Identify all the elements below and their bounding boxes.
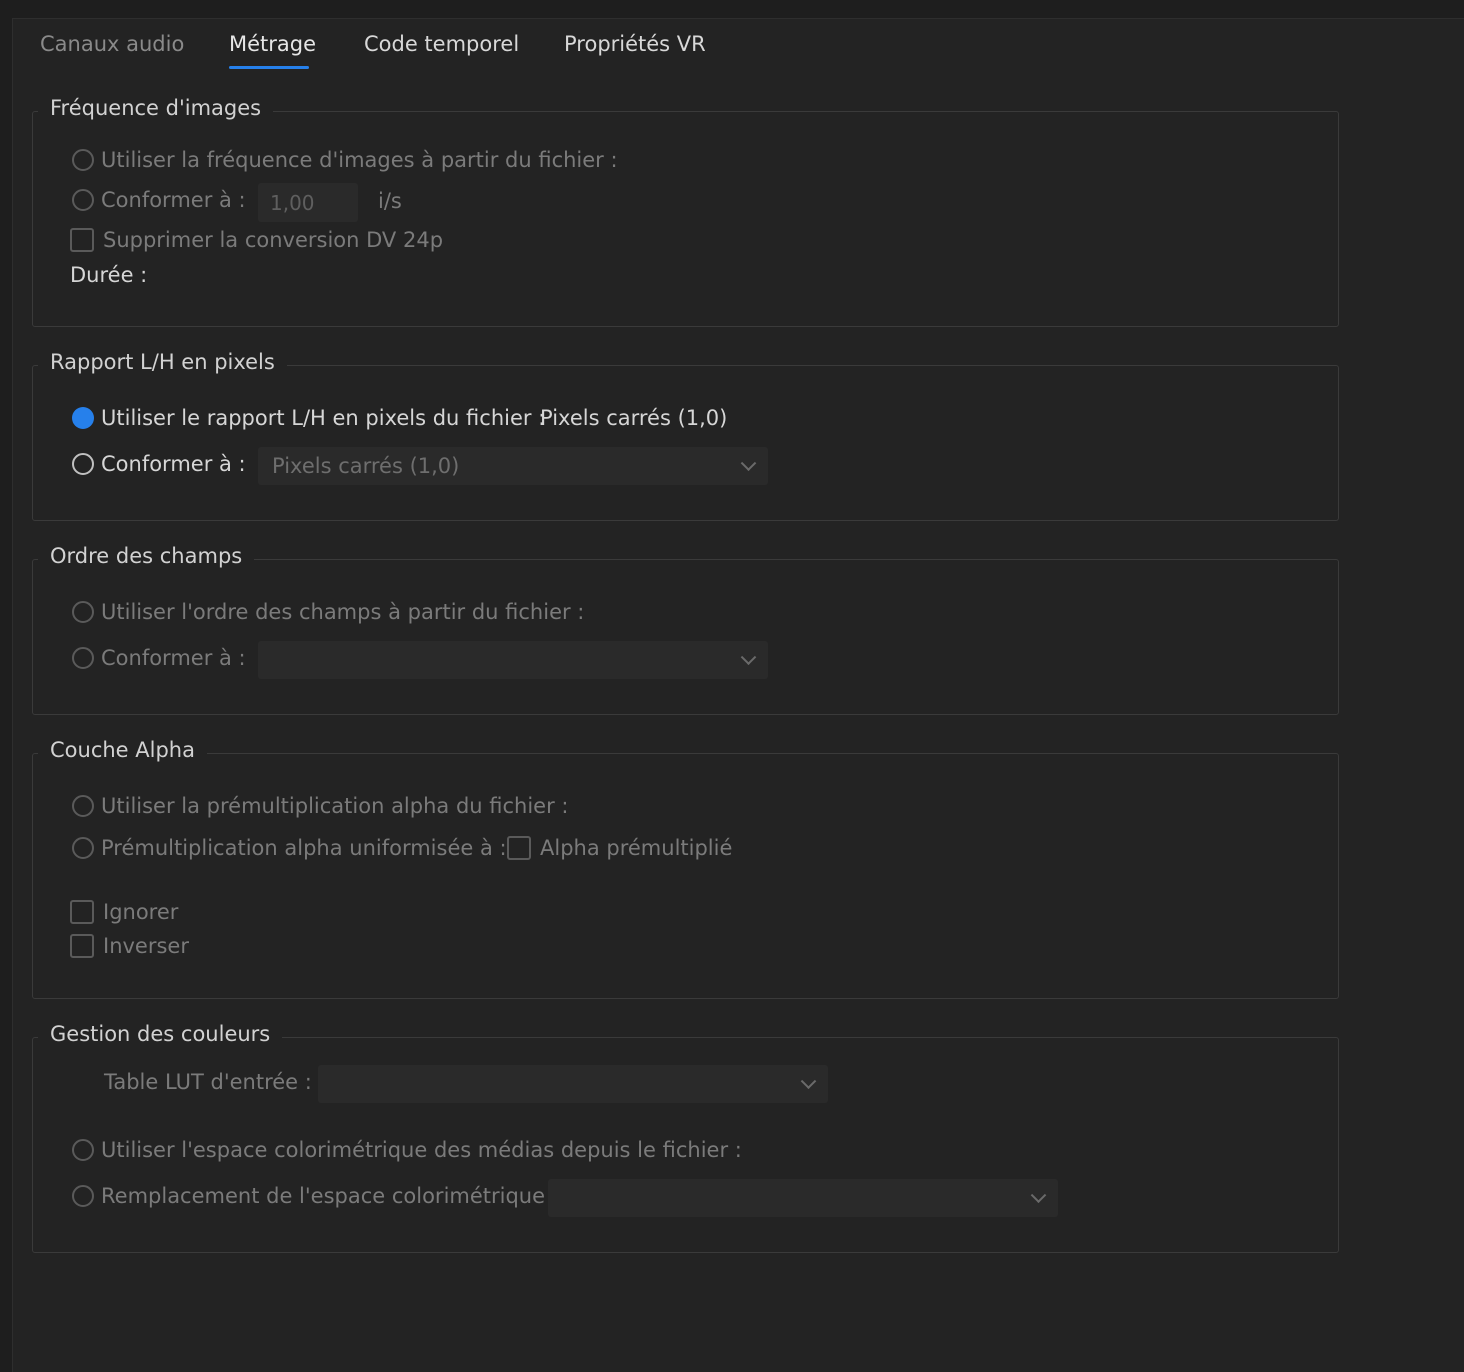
use-file-field-order-option[interactable]: Utiliser l'ordre des champs à partir du … [72,600,584,624]
ignore-alpha-option[interactable]: Ignorer [70,900,178,924]
uniform-alpha-label: Prémultiplication alpha uniformisée à : [101,836,507,860]
tab-vr-properties[interactable]: Propriétés VR [564,32,706,56]
active-tab-indicator [229,66,309,69]
conform-frame-rate-option[interactable]: Conformer à : [72,188,246,212]
frame-rate-group [32,111,1339,327]
tab-footage[interactable]: Métrage [229,32,316,56]
use-file-frame-rate-label: Utiliser la fréquence d'images à partir … [101,148,618,172]
use-file-field-order-label: Utiliser l'ordre des champs à partir du … [101,600,585,624]
ignore-alpha-checkbox[interactable] [70,900,94,924]
remove-dv-pulldown-option[interactable]: Supprimer la conversion DV 24p [70,228,443,252]
tab-timecode[interactable]: Code temporel [364,32,519,56]
use-file-field-order-radio[interactable] [72,601,94,623]
use-file-frame-rate-option[interactable]: Utiliser la fréquence d'images à partir … [72,148,618,172]
frame-rate-unit: i/s [378,189,402,213]
input-lut-label: Table LUT d'entrée : [104,1070,312,1094]
invert-alpha-label: Inverser [103,934,189,958]
remove-dv-pulldown-checkbox[interactable] [70,228,94,252]
field-order-legend: Ordre des champs [38,544,255,568]
alpha-channel-legend: Couche Alpha [38,738,207,762]
conform-pixel-aspect-option[interactable]: Conformer à : [72,452,246,476]
uniform-alpha-radio[interactable] [72,837,94,859]
color-management-legend: Gestion des couleurs [38,1022,283,1046]
conform-field-order-radio[interactable] [72,647,94,669]
premultiplied-alpha-checkbox[interactable] [507,836,531,860]
use-file-color-space-radio[interactable] [72,1139,94,1161]
duration-label: Durée : [70,263,148,287]
chevron-down-icon [740,649,757,666]
color-space-override-option[interactable]: Remplacement de l'espace colorimétrique … [72,1184,559,1208]
file-pixel-aspect-value: Pixels carrés (1,0) [540,406,728,430]
use-file-pixel-aspect-label: Utiliser le rapport L/H en pixels du fic… [101,406,546,430]
chevron-down-icon [800,1073,817,1090]
tab-audio-channels[interactable]: Canaux audio [40,32,184,56]
color-space-override-radio[interactable] [72,1185,94,1207]
conform-frame-rate-radio[interactable] [72,189,94,211]
field-order-dropdown[interactable] [258,641,768,679]
frame-rate-input[interactable]: 1,00 [258,183,358,222]
pixel-aspect-group [32,365,1339,521]
color-space-override-dropdown[interactable] [548,1179,1058,1217]
conform-frame-rate-label: Conformer à : [101,188,246,212]
uniform-alpha-option[interactable]: Prémultiplication alpha uniformisée à : [72,836,507,860]
frame-rate-legend: Fréquence d'images [38,96,274,120]
remove-dv-pulldown-label: Supprimer la conversion DV 24p [103,228,444,252]
premultiplied-alpha-option[interactable]: Alpha prémultiplié [507,836,732,860]
pixel-aspect-legend: Rapport L/H en pixels [38,350,287,374]
chevron-down-icon [740,455,757,472]
use-file-alpha-radio[interactable] [72,795,94,817]
alpha-channel-group [32,753,1339,999]
conform-pixel-aspect-label: Conformer à : [101,452,246,476]
ignore-alpha-label: Ignorer [103,900,179,924]
use-file-alpha-label: Utiliser la prémultiplication alpha du f… [101,794,569,818]
use-file-color-space-option[interactable]: Utiliser l'espace colorimétrique des méd… [72,1138,742,1162]
pixel-aspect-dropdown-value: Pixels carrés (1,0) [272,454,460,478]
premultiplied-alpha-label: Alpha prémultiplié [540,836,733,860]
color-space-override-label: Remplacement de l'espace colorimétrique … [101,1184,559,1208]
use-file-frame-rate-radio[interactable] [72,149,94,171]
field-order-group [32,559,1339,715]
conform-pixel-aspect-radio[interactable] [72,453,94,475]
conform-field-order-label: Conformer à : [101,646,246,670]
chevron-down-icon [1030,1187,1047,1204]
invert-alpha-option[interactable]: Inverser [70,934,189,958]
use-file-alpha-option[interactable]: Utiliser la prémultiplication alpha du f… [72,794,569,818]
use-file-pixel-aspect-radio[interactable] [72,407,94,429]
use-file-pixel-aspect-option[interactable]: Utiliser le rapport L/H en pixels du fic… [72,406,545,430]
invert-alpha-checkbox[interactable] [70,934,94,958]
input-lut-dropdown[interactable] [318,1065,828,1103]
use-file-color-space-label: Utiliser l'espace colorimétrique des méd… [101,1138,742,1162]
pixel-aspect-dropdown[interactable]: Pixels carrés (1,0) [258,447,768,485]
conform-field-order-option[interactable]: Conformer à : [72,646,246,670]
